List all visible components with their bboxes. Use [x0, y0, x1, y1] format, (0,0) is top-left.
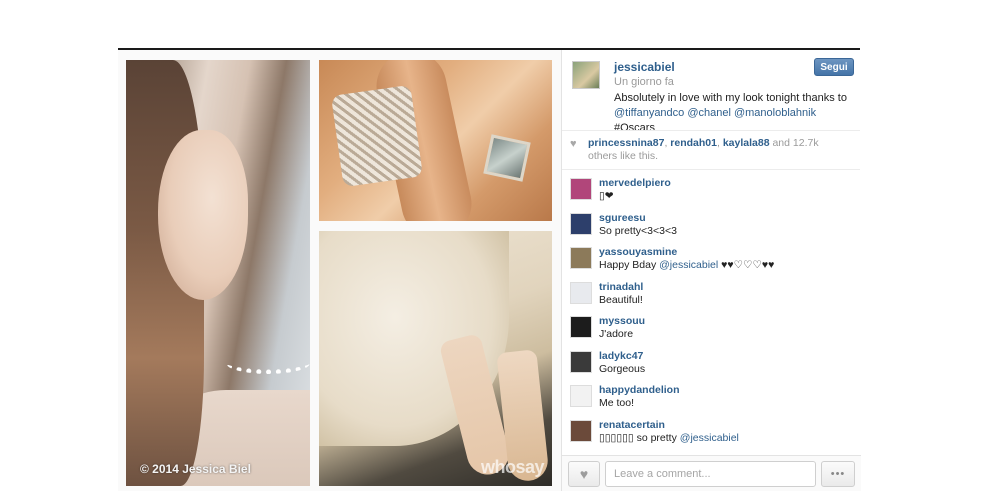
post-time: Un giorno fa: [614, 76, 674, 88]
comment-text: ▯❤: [599, 190, 614, 202]
comment-user[interactable]: sgureesu: [599, 212, 861, 224]
avatar[interactable]: [570, 247, 592, 269]
follow-button[interactable]: Segui: [814, 58, 854, 76]
list-item: trinadahl Beautiful!: [562, 276, 861, 311]
list-item: mervedelpiero ▯❤: [562, 172, 861, 207]
comment-user[interactable]: happydandelion: [599, 384, 861, 396]
post-panel: jessicabiel Un giorno fa Absolutely in l…: [561, 50, 861, 491]
comment-text: Beautiful!: [599, 293, 643, 306]
comment-user[interactable]: renatacertain: [599, 419, 861, 431]
comments-list[interactable]: mervedelpiero ▯❤ sgureesu So pretty<3<3<…: [562, 172, 861, 453]
comment-user[interactable]: trinadahl: [599, 281, 861, 293]
photo-credit: © 2014 Jessica Biel: [140, 462, 251, 476]
liker-3[interactable]: kaylala88: [723, 137, 770, 149]
list-item: ladykc47 Gorgeous: [562, 345, 861, 380]
ellipsis-icon: •••: [830, 468, 846, 480]
list-item: sgureesu So pretty<3<3<3: [562, 207, 861, 242]
list-item: renatacertain ▯▯▯▯▯▯ so pretty @jessicab…: [562, 414, 861, 449]
others-count[interactable]: 12.7k: [793, 137, 819, 149]
list-item: myssouu J'adore: [562, 310, 861, 345]
avatar[interactable]: [570, 419, 592, 442]
avatar[interactable]: [570, 350, 592, 373]
comment-text: Gorgeous: [599, 362, 646, 375]
comment-user[interactable]: ladykc47: [599, 350, 861, 362]
comment-text: ▯▯▯▯▯▯ so pretty @jessicabiel: [599, 431, 739, 444]
avatar[interactable]: [570, 316, 592, 338]
comment-mention[interactable]: @jessicabiel: [659, 259, 718, 271]
avatar[interactable]: [570, 385, 592, 407]
list-item: happydandelion Me too!: [562, 379, 861, 414]
comment-text: Happy Bday @jessicabiel ♥♥♡♡♡♥♥: [599, 259, 775, 271]
comment-user[interactable]: myssouu: [599, 315, 861, 327]
avatar[interactable]: [570, 281, 592, 304]
comment-text: So pretty<3<3<3: [599, 224, 677, 237]
portrait-photo: © 2014 Jessica Biel: [126, 60, 310, 486]
whosay-watermark: whosay: [480, 457, 545, 477]
liker-1[interactable]: princessnina87: [588, 137, 664, 149]
avatar[interactable]: [570, 178, 592, 200]
avatar[interactable]: [570, 212, 592, 235]
comment-user[interactable]: yassouyasmine: [599, 246, 861, 258]
comment-user[interactable]: mervedelpiero: [599, 177, 861, 189]
comment-text: Me too!: [599, 397, 635, 409]
like-button[interactable]: ♥: [568, 461, 600, 487]
comment-mention[interactable]: @jessicabiel: [680, 432, 739, 444]
comment-text: J'adore: [599, 328, 634, 340]
heart-icon: ♥: [570, 138, 577, 150]
post-frame: © 2014 Jessica Biel whosay jessicabiel U…: [118, 48, 861, 491]
list-item: yassouyasmine Happy Bday @jessicabiel ♥♥…: [562, 241, 861, 276]
liker-2[interactable]: rendah01: [670, 137, 717, 149]
avatar[interactable]: [572, 61, 600, 89]
comment-bar: ♥ •••: [562, 455, 861, 491]
likes-summary: ♥ princessnina87, rendah01, kaylala88 an…: [562, 130, 860, 170]
photo-collage[interactable]: © 2014 Jessica Biel whosay: [118, 50, 561, 491]
heart-icon: ♥: [579, 466, 589, 482]
shoes-photo: whosay: [319, 231, 552, 486]
post-header: jessicabiel Un giorno fa Absolutely in l…: [562, 50, 860, 134]
more-options-button[interactable]: •••: [821, 461, 855, 487]
comment-input[interactable]: [605, 461, 816, 487]
caption-mentions[interactable]: @tiffanyandco @chanel @manoloblahnik: [614, 107, 816, 119]
bracelet-photo: [319, 60, 552, 221]
